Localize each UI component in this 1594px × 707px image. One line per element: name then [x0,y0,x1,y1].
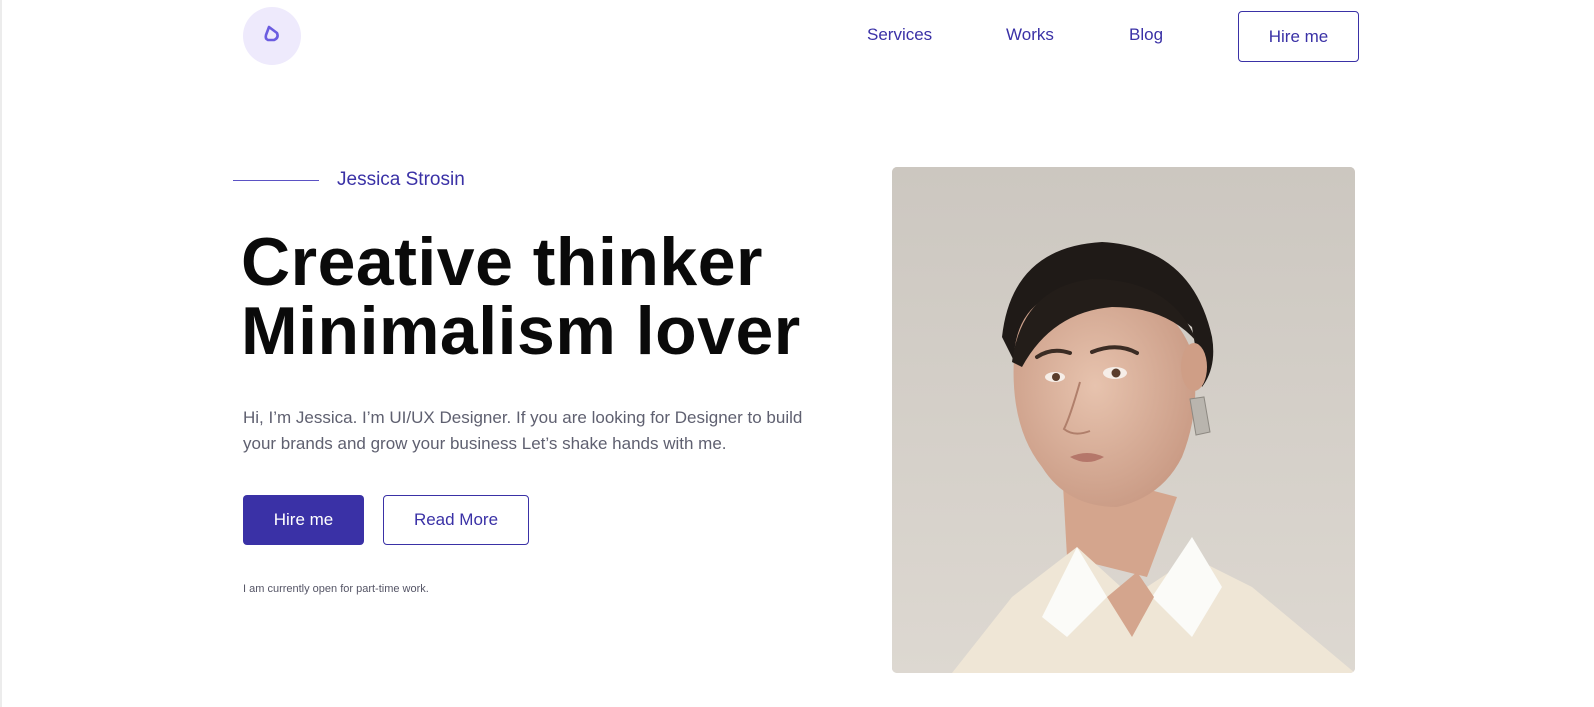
hero-hire-button[interactable]: Hire me [243,495,364,545]
landing-page: Services Works Blog Hire me Jessica Stro… [0,0,1594,707]
nav-services-link[interactable]: Services [867,24,932,46]
nav-works-link[interactable]: Works [1006,24,1054,46]
headline-line-2: Minimalism lover [241,293,801,369]
name-divider [233,180,319,181]
logo[interactable] [243,7,301,65]
availability-note: I am currently open for part-time work. [243,583,429,595]
hero-headline: Creative thinker Minimalism lover [241,228,801,366]
read-more-button[interactable]: Read More [383,495,529,545]
nav-blog-link[interactable]: Blog [1129,24,1163,46]
portrait-image [892,167,1355,673]
hero-intro-text: Hi, I’m Jessica. I’m UI/UX Designer. If … [243,408,803,453]
drop-logo-icon [262,24,282,49]
author-name: Jessica Strosin [337,169,465,190]
window-edge [0,0,2,707]
headline-line-1: Creative thinker [241,224,763,300]
header-hire-button[interactable]: Hire me [1238,11,1359,62]
